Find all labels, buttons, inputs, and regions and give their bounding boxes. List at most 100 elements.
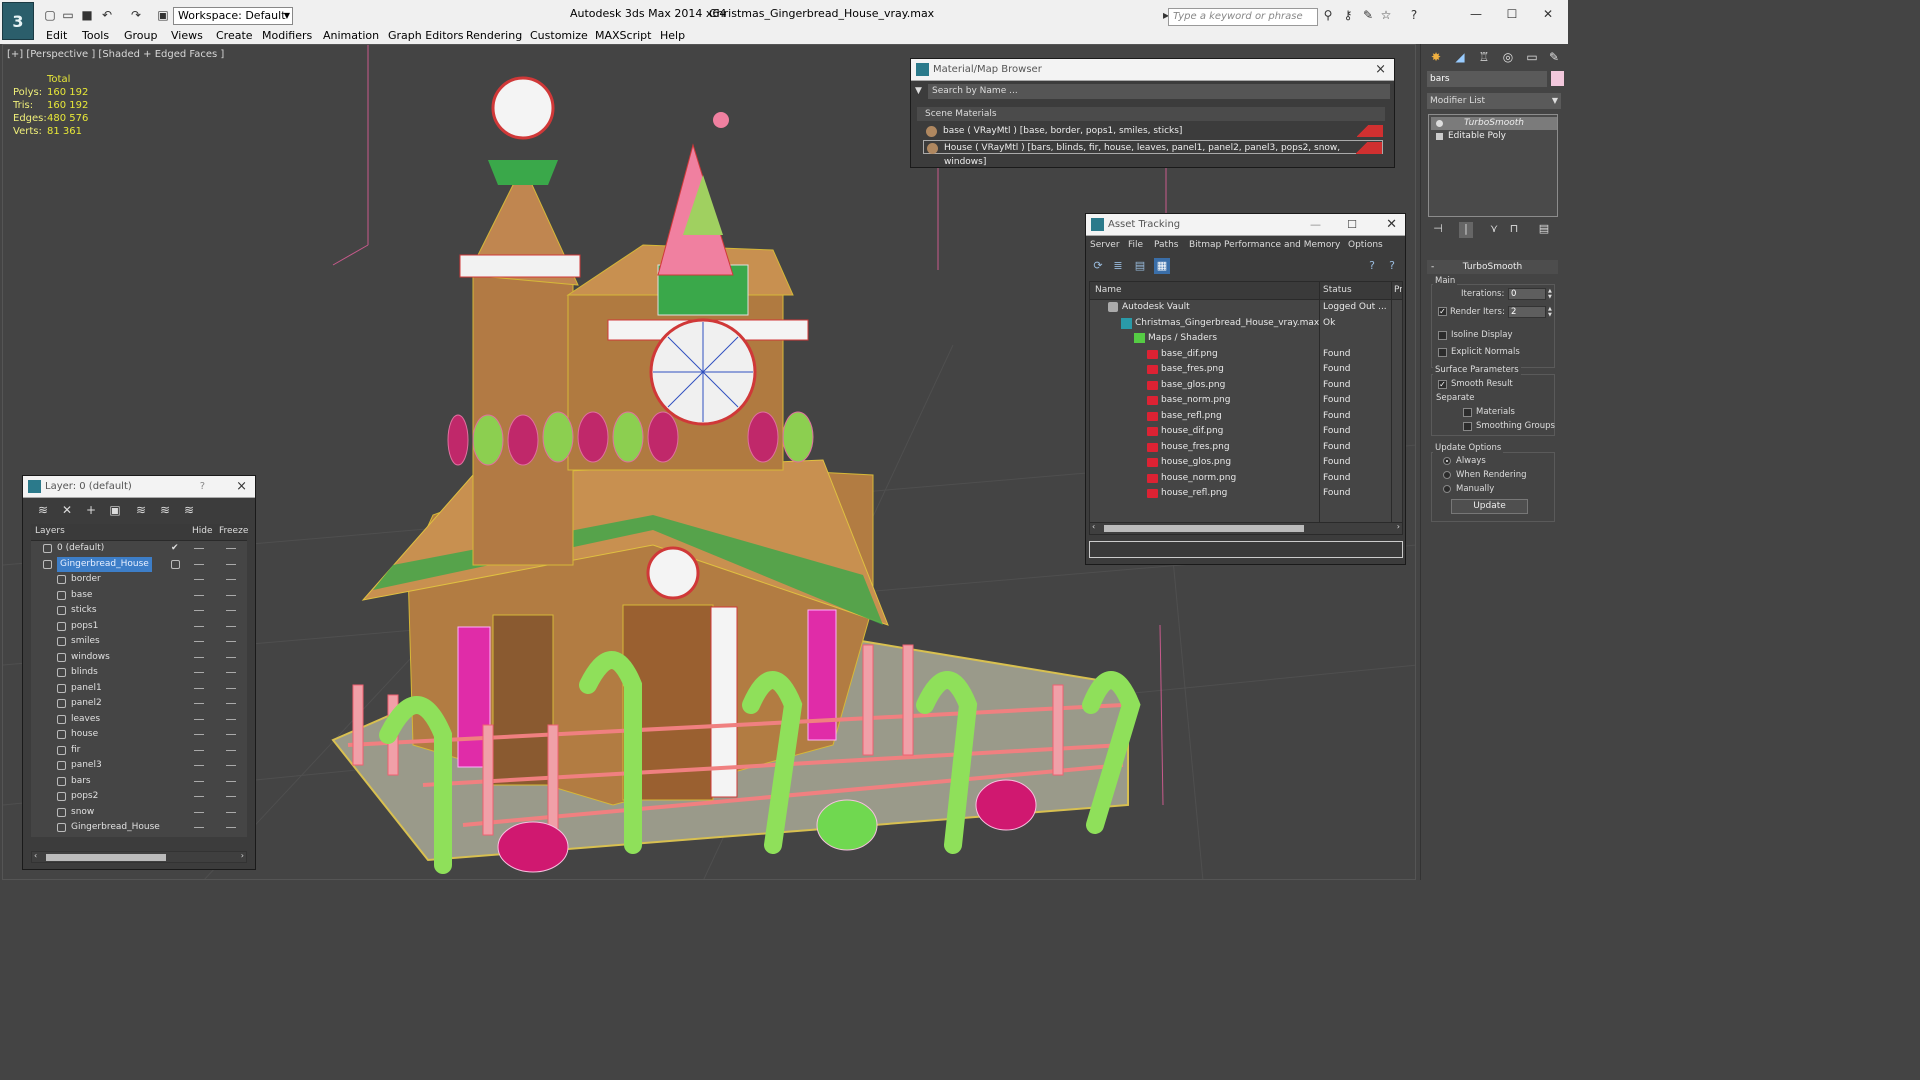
asset-row[interactable]: Autodesk Vault Logged Out ... <box>1090 300 1402 316</box>
scroll-left-icon[interactable]: ‹ <box>34 851 37 860</box>
col-freeze[interactable]: Freeze <box>219 526 248 536</box>
refresh-icon[interactable]: ⟳ <box>1090 258 1106 274</box>
freeze-toggle[interactable] <box>226 749 236 751</box>
update-button[interactable]: Update <box>1451 499 1528 514</box>
freeze-toggle[interactable] <box>226 687 236 689</box>
hide-toggle[interactable] <box>194 625 204 627</box>
smoothing-groups-checkbox[interactable] <box>1463 422 1472 431</box>
layer-row[interactable]: bars <box>31 774 247 790</box>
show-end-result-icon[interactable]: | <box>1459 222 1473 238</box>
asset-row[interactable]: base_refl.png Found <box>1090 409 1402 425</box>
manually-radio[interactable] <box>1443 485 1451 493</box>
hide-toggle[interactable] <box>194 610 204 611</box>
hide-toggle[interactable] <box>194 579 204 580</box>
scroll-right-icon[interactable]: › <box>1397 522 1400 531</box>
add-to-layer-icon[interactable]: + <box>83 502 99 518</box>
layer-row[interactable]: panel3 <box>31 758 247 774</box>
layer-create-icon[interactable]: ≋ <box>35 502 51 518</box>
hide-toggle[interactable] <box>194 563 204 565</box>
menu-graph-editors[interactable]: Graph Editors <box>388 29 464 42</box>
menu-create[interactable]: Create <box>216 29 253 42</box>
scrollbar-thumb[interactable] <box>46 854 166 861</box>
asset-row[interactable]: house_glos.png Found <box>1090 455 1402 471</box>
layer-row[interactable]: fir <box>31 743 247 759</box>
utilities-tab-icon[interactable]: ✎ <box>1545 48 1563 66</box>
spinner-arrows-icon[interactable]: ▲ ▼ <box>1548 288 1555 300</box>
render-iters-spinner[interactable]: 2 <box>1508 306 1546 318</box>
asset-path-field[interactable] <box>1089 541 1403 558</box>
asset-tracking-titlebar[interactable]: Asset Tracking — ☐ ✕ <box>1086 214 1405 236</box>
maximize-button[interactable]: ☐ <box>1498 4 1526 24</box>
render-iters-checkbox[interactable]: ✓ <box>1438 307 1447 316</box>
hide-toggle[interactable] <box>194 703 204 704</box>
freeze-toggle[interactable] <box>226 656 236 658</box>
select-objects-icon[interactable]: ▣ <box>107 502 123 518</box>
menu-views[interactable]: Views <box>171 29 203 42</box>
scroll-left-icon[interactable]: ‹ <box>1092 522 1095 531</box>
freeze-toggle[interactable] <box>226 579 236 580</box>
app-logo-icon[interactable]: 3 <box>2 2 34 40</box>
project-folder-icon[interactable]: ▣ <box>155 7 171 23</box>
menu-group[interactable]: Group <box>124 29 158 42</box>
freeze-toggle[interactable] <box>226 796 236 797</box>
object-color-swatch[interactable] <box>1551 71 1564 86</box>
asset-row[interactable]: Maps / Shaders <box>1090 331 1402 347</box>
layer-row[interactable]: Gingerbread_House <box>31 820 247 836</box>
modifier-list-dropdown[interactable]: Modifier List ▼ <box>1427 93 1561 109</box>
menu-paths[interactable]: Paths <box>1154 240 1178 250</box>
when-rendering-radio[interactable] <box>1443 471 1451 479</box>
asset-row[interactable]: base_norm.png Found <box>1090 393 1402 409</box>
hide-toggle[interactable] <box>194 641 204 642</box>
lightbulb-icon[interactable] <box>1436 120 1443 127</box>
layer-row[interactable]: smiles <box>31 634 247 650</box>
help-icon[interactable]: ? <box>200 476 205 498</box>
delete-layer-icon[interactable]: ✕ <box>59 502 75 518</box>
scroll-right-icon[interactable]: › <box>241 851 244 860</box>
options-menu-icon[interactable]: ▼ <box>915 86 922 96</box>
freeze-toggle[interactable] <box>226 641 236 642</box>
freeze-toggle[interactable] <box>226 610 236 611</box>
communication-icon[interactable]: ✎ <box>1360 7 1376 23</box>
asset-row[interactable]: house_dif.png Found <box>1090 424 1402 440</box>
set-current-layer-icon[interactable] <box>171 559 180 569</box>
asset-horizontal-scrollbar[interactable]: ‹ › <box>1089 522 1403 535</box>
hide-toggle[interactable] <box>194 827 204 828</box>
close-button[interactable]: ✕ <box>1534 4 1562 24</box>
stack-item-turbosmooth[interactable]: TurboSmooth <box>1431 117 1557 130</box>
layer-row[interactable]: border <box>31 572 247 588</box>
freeze-toggle[interactable] <box>226 594 236 596</box>
expand-box-icon[interactable] <box>1436 133 1443 140</box>
layer-row[interactable]: snow <box>31 805 247 821</box>
material-item-base[interactable]: base ( VRayMtl ) [base, border, pops1, s… <box>923 124 1383 138</box>
create-tab-icon[interactable]: ✸ <box>1427 48 1445 66</box>
thumbnail-view-icon[interactable]: ▤ <box>1132 258 1148 274</box>
menu-server[interactable]: Server <box>1090 240 1120 250</box>
layer-row[interactable]: panel1 <box>31 681 247 697</box>
new-file-icon[interactable]: ▢ <box>42 7 58 23</box>
layer-row[interactable]: Gingerbread_House <box>31 556 247 573</box>
menu-tools[interactable]: Tools <box>82 29 109 42</box>
layer-row[interactable]: house <box>31 727 247 743</box>
hide-toggle[interactable] <box>194 780 204 782</box>
menu-animation[interactable]: Animation <box>323 29 379 42</box>
hide-toggle[interactable] <box>194 594 204 596</box>
hide-toggle[interactable] <box>194 734 204 735</box>
undo-icon[interactable]: ↶ <box>99 7 115 23</box>
viewport-label[interactable]: [+] [Perspective ] [Shaded + Edged Faces… <box>7 49 224 60</box>
layer-row[interactable]: blinds <box>31 665 247 681</box>
close-icon[interactable]: × <box>1375 59 1386 81</box>
pin-stack-icon[interactable]: ⊣ <box>1431 222 1445 238</box>
help-icon[interactable]: ? <box>1364 258 1380 274</box>
close-icon[interactable]: ✕ <box>1386 214 1397 236</box>
turbosmooth-rollout-header[interactable]: - TurboSmooth <box>1427 260 1558 274</box>
layer-window-titlebar[interactable]: Layer: 0 (default) ? × <box>23 476 255 498</box>
smooth-result-checkbox[interactable]: ✓ <box>1438 380 1447 389</box>
freeze-toggle[interactable] <box>226 563 236 565</box>
freeze-toggle[interactable] <box>226 625 236 627</box>
material-browser-titlebar[interactable]: Material/Map Browser × <box>911 59 1394 81</box>
freeze-toggle[interactable] <box>226 827 236 828</box>
col-name[interactable]: Name <box>1095 285 1122 295</box>
hide-toggle[interactable] <box>194 548 204 549</box>
hierarchy-tab-icon[interactable]: ♖ <box>1475 48 1493 66</box>
layer-row[interactable]: pops2 <box>31 789 247 805</box>
